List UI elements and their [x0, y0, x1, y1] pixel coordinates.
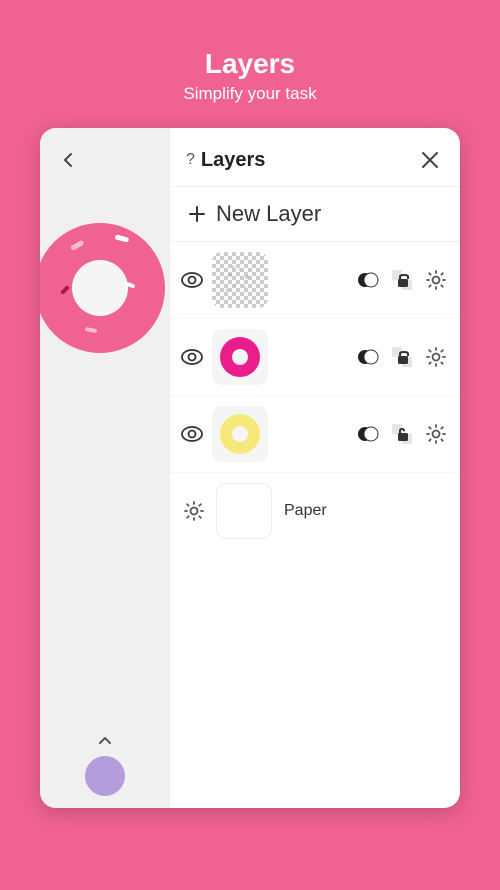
layer-lock-button[interactable] [388, 343, 416, 371]
paper-settings-button[interactable] [180, 497, 208, 525]
layers-title: Layers [201, 149, 266, 172]
layer-visibility-toggle[interactable] [180, 345, 204, 369]
layer-lock-button[interactable] [388, 266, 416, 294]
paper-row: Paper [170, 473, 460, 549]
blend-mode-button[interactable] [354, 343, 382, 371]
layers-list: Paper [170, 242, 460, 808]
layers-panel: ? Layers New Layer [170, 128, 460, 808]
page-subtitle: Simplify your task [183, 84, 316, 104]
layer-thumbnail [212, 406, 268, 462]
app-container: ? Layers New Layer [40, 128, 460, 808]
layer-visibility-toggle[interactable] [180, 268, 204, 292]
layer-controls [276, 343, 450, 371]
layer-row [170, 396, 460, 473]
layer-visibility-toggle[interactable] [180, 422, 204, 446]
help-icon[interactable]: ? [186, 151, 195, 169]
page-title: Layers [183, 48, 316, 80]
layer-lock-button[interactable] [388, 420, 416, 448]
layer-settings-button[interactable] [422, 420, 450, 448]
back-button[interactable] [52, 144, 84, 176]
canvas-sidebar [40, 128, 170, 808]
blend-mode-button[interactable] [354, 266, 382, 294]
layer-thumbnail [212, 329, 268, 385]
layer-thumbnail [212, 252, 268, 308]
chevron-up-button[interactable] [89, 724, 121, 756]
header-section: Layers Simplify your task [183, 0, 316, 104]
layers-title-group: ? Layers [186, 149, 265, 172]
layer-settings-button[interactable] [422, 343, 450, 371]
layer-row [170, 319, 460, 396]
layers-header: ? Layers [170, 128, 460, 187]
layer-settings-button[interactable] [422, 266, 450, 294]
paper-thumbnail [216, 483, 272, 539]
avatar [85, 756, 125, 796]
new-layer-button[interactable]: New Layer [170, 187, 460, 242]
new-layer-label: New Layer [216, 201, 321, 227]
blend-mode-button[interactable] [354, 420, 382, 448]
close-button[interactable] [416, 146, 444, 174]
paper-label: Paper [284, 502, 327, 520]
layer-controls [276, 420, 450, 448]
layer-row [170, 242, 460, 319]
layer-controls [276, 266, 450, 294]
